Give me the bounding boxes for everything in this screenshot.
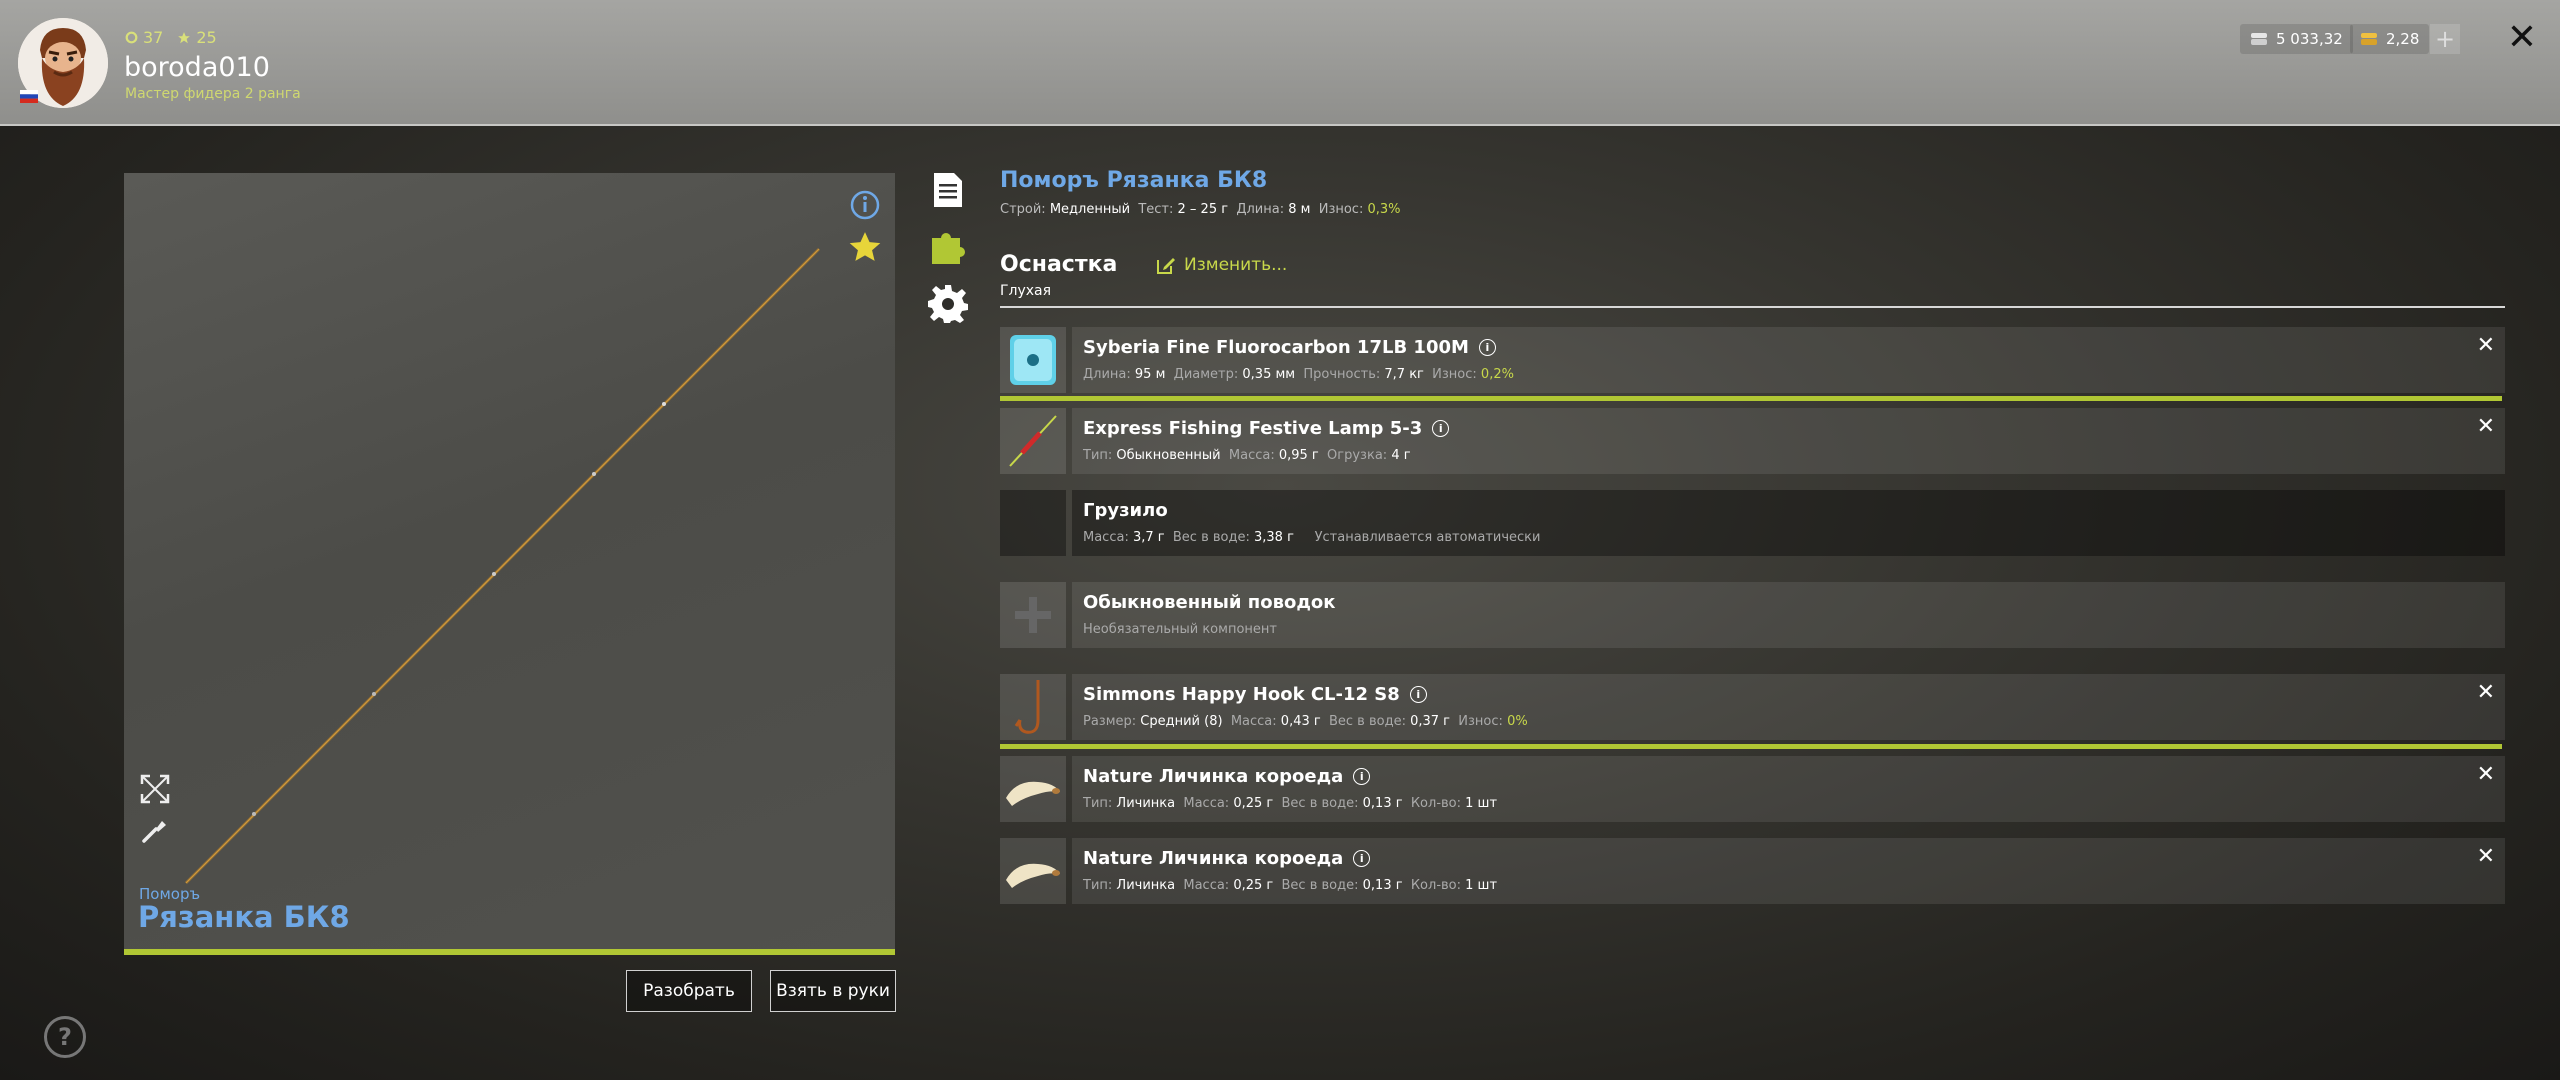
item-name: Express Fishing Festive Lamp 5-3 xyxy=(1083,418,1423,439)
line-spool-icon xyxy=(1010,335,1056,385)
silver-balance[interactable]: 5 033,32 xyxy=(2240,24,2353,54)
info-icon[interactable] xyxy=(849,189,881,221)
player-stars: 25 xyxy=(177,28,217,47)
puzzle-piece-icon[interactable] xyxy=(928,226,968,266)
info-icon[interactable]: i xyxy=(1353,850,1371,867)
tackle-item-float[interactable]: Express Fishing Festive Lamp 5-3 i Тип: О… xyxy=(1000,408,2505,474)
hook-condition-bar xyxy=(1000,744,2502,749)
item-details: Тип: Личинка Масса: 0,25 г Вес в воде: 0… xyxy=(1083,796,1498,811)
item-details: Тип: Обыкновенный Масса: 0,95 г Огрузка:… xyxy=(1083,448,1411,463)
tackle-item-leader-slot[interactable]: Обыкновенный поводок Необязательный комп… xyxy=(1000,582,2505,648)
gold-balance[interactable]: 2,28 xyxy=(2350,24,2430,54)
russia-flag-icon xyxy=(20,90,38,103)
take-in-hands-button[interactable]: Взять в руки xyxy=(770,970,896,1012)
item-details: Тип: Личинка Масса: 0,25 г Вес в воде: 0… xyxy=(1083,878,1498,893)
info-icon[interactable]: i xyxy=(1409,686,1427,703)
info-icon[interactable]: i xyxy=(1478,339,1496,356)
item-name: Грузило xyxy=(1083,500,1168,521)
document-icon[interactable] xyxy=(928,170,968,210)
item-name: Обыкновенный поводок xyxy=(1083,592,1336,613)
separator xyxy=(1000,306,2505,308)
player-stats: 37 25 xyxy=(125,28,217,47)
info-icon[interactable]: i xyxy=(1353,768,1371,785)
tackle-item-bait-1[interactable]: Nature Личинка короеда i Тип: Личинка Мас… xyxy=(1000,756,2505,822)
remove-item-close-icon[interactable]: ✕ xyxy=(2477,762,2495,787)
item-name: Nature Личинка короеда xyxy=(1083,766,1344,787)
float-icon xyxy=(1009,415,1057,467)
larva-bait-icon xyxy=(1006,863,1060,888)
help-icon[interactable]: ? xyxy=(44,1016,86,1058)
disassemble-button[interactable]: Разобрать xyxy=(626,970,752,1012)
top-bar: 37 25 boroda010 Мастер фидера 2 ранга 5 … xyxy=(0,0,2560,126)
rod-specs: Строй: Медленный Тест: 2 – 25 г Длина: 8… xyxy=(1000,202,1401,217)
tackle-item-line[interactable]: Syberia Fine Fluorocarbon 17LB 100M i Дли… xyxy=(1000,327,2505,393)
tackle-item-sinker[interactable]: Грузило Масса: 3,7 г Вес в воде: 3,38 г … xyxy=(1000,490,2505,556)
remove-item-close-icon[interactable]: ✕ xyxy=(2477,844,2495,869)
gear-icon[interactable] xyxy=(928,283,968,323)
tackle-item-hook[interactable]: Simmons Happy Hook CL-12 S8 i Размер: Сре… xyxy=(1000,674,2505,740)
tackle-title: Оснастка xyxy=(1000,252,1118,277)
item-details: Длина: 95 м Диаметр: 0,35 мм Прочность: … xyxy=(1083,367,1514,382)
tackle-type: Глухая xyxy=(1000,283,1052,299)
rod-full-title: Поморъ Рязанка БК8 xyxy=(1000,168,1268,193)
item-details: Масса: 3,7 г Вес в воде: 3,38 г Устанавл… xyxy=(1083,530,1541,545)
favorite-star-icon[interactable] xyxy=(848,230,882,264)
hook-icon xyxy=(1014,680,1040,734)
remove-item-close-icon[interactable]: ✕ xyxy=(2477,414,2495,439)
add-plus-icon xyxy=(1015,597,1051,633)
star-icon xyxy=(178,31,191,43)
add-currency-button[interactable]: + xyxy=(2430,24,2460,54)
item-details: Необязательный компонент xyxy=(1083,622,1277,637)
info-icon[interactable]: i xyxy=(1432,420,1450,437)
larva-bait-icon xyxy=(1006,781,1060,806)
change-tackle-button[interactable]: Изменить... xyxy=(1156,255,1287,275)
fullscreen-icon[interactable] xyxy=(139,773,171,805)
rod-name: Рязанка БК8 xyxy=(138,900,350,934)
tackle-item-bait-2[interactable]: Nature Личинка короеда i Тип: Личинка Мас… xyxy=(1000,838,2505,904)
username: boroda010 xyxy=(124,52,270,83)
rod-preview-panel xyxy=(124,173,895,949)
remove-item-close-icon[interactable]: ✕ xyxy=(2477,333,2495,358)
edit-icon xyxy=(1157,258,1175,274)
item-name: Syberia Fine Fluorocarbon 17LB 100M xyxy=(1083,337,1469,358)
repair-brush-icon[interactable] xyxy=(140,815,170,845)
rod-image xyxy=(184,247,821,885)
item-name: Simmons Happy Hook CL-12 S8 xyxy=(1083,684,1400,705)
player-rank: Мастер фидера 2 ранга xyxy=(125,86,301,102)
item-name: Nature Личинка короеда xyxy=(1083,848,1344,869)
level-ring-icon xyxy=(125,31,138,44)
silver-coins-icon xyxy=(2251,33,2267,45)
rod-condition-bar xyxy=(124,949,895,955)
remove-item-close-icon[interactable]: ✕ xyxy=(2477,680,2495,705)
close-icon[interactable]: ✕ xyxy=(2504,20,2540,56)
gold-coins-icon xyxy=(2361,33,2377,45)
player-level: 37 xyxy=(125,28,163,47)
line-condition-bar xyxy=(1000,396,2502,401)
item-details: Размер: Средний (8) Масса: 0,43 г Вес в … xyxy=(1083,714,1528,729)
